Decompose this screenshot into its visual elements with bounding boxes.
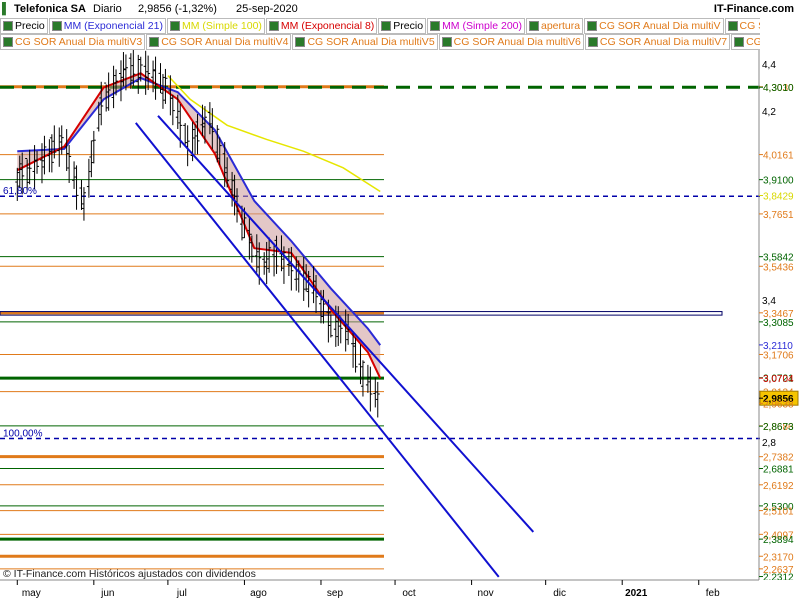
- price-label-5: 3,7651: [763, 210, 794, 221]
- legend-item-8[interactable]: CG SOR Anual Dia multiV2: [724, 18, 761, 34]
- price-label-2: 4,0161: [763, 151, 794, 162]
- brand-label: IT-Finance.com: [713, 3, 794, 15]
- legend-item-b-3[interactable]: CG SOR Anual Dia multiV6: [438, 34, 584, 50]
- legend-label: CG SOR Anual Dia multiV6: [453, 36, 581, 48]
- price-label-3: 3,9100: [763, 176, 794, 187]
- legend-item-3[interactable]: MM (Exponencial 8): [265, 18, 378, 34]
- axis-tick-1: 4,2: [762, 107, 776, 118]
- legend-label: Precio: [15, 20, 45, 32]
- price-label-26: 2,3170: [763, 552, 794, 563]
- time-axis: may jun jul ago sep oct nov dic 2021 feb: [0, 579, 800, 600]
- price-label-23: 2,5101: [763, 507, 794, 518]
- legend-swatch-icon: [51, 21, 62, 32]
- legend-swatch-icon: [430, 21, 441, 32]
- price-label-21: 2,6192: [763, 481, 794, 492]
- legend-label: CG SOR Anual Dia multiV7: [599, 36, 728, 48]
- legend-swatch-icon: [734, 37, 745, 48]
- legend-swatch-icon: [381, 21, 392, 32]
- axis-tick-2: 3,4: [762, 296, 776, 307]
- month-label-3: ago: [250, 588, 267, 599]
- legend-item-b-5[interactable]: CG SOR Anual Dia multiV8: [731, 34, 760, 50]
- last-value: 2,9856 (-1,32%): [138, 3, 217, 15]
- legend-label: MM (Simple 200): [442, 20, 522, 32]
- price-label-11: 3,1706: [763, 350, 794, 361]
- axis-tick-3: 2,8: [762, 438, 776, 449]
- legend-label: CG SOR Anual Dia multiV3: [15, 36, 143, 48]
- price-label-9: 3,3085: [763, 318, 794, 329]
- period: Diario: [93, 3, 122, 15]
- chart-date: 25-sep-2020: [236, 3, 298, 15]
- legend-swatch-icon: [3, 21, 13, 32]
- legend-item-b-1[interactable]: CG SOR Anual Dia multiV4: [146, 34, 292, 50]
- price-label-7: 3,5436: [763, 262, 794, 273]
- legend-item-6[interactable]: apertura: [526, 18, 584, 34]
- month-label-2: jul: [176, 588, 187, 599]
- legend-label: Precio: [393, 20, 424, 32]
- legend-swatch-icon: [3, 37, 13, 48]
- price-label-16: 2,9638: [763, 399, 794, 410]
- legend-item-b-0[interactable]: CG SOR Anual Dia multiV3: [0, 34, 146, 50]
- month-label-7: dic: [553, 588, 566, 599]
- price-label-19: 2,7382: [763, 453, 794, 464]
- footer-note: © IT-Finance.com Históricos ajustados co…: [3, 568, 256, 580]
- price-label-13: 3,0704: [763, 374, 794, 385]
- legend-label: CG SOR Anual Dia multiV5: [307, 36, 435, 48]
- legend-label: MM (Exponencial 8): [280, 20, 375, 32]
- legend-swatch-icon: [295, 37, 306, 48]
- legend-label: MM (Exponencial 21): [63, 20, 163, 32]
- month-label-1: jun: [100, 588, 114, 599]
- legend-label: CG SOR Anual Dia multiV4: [161, 36, 289, 48]
- horizontal-levels: [0, 85, 800, 570]
- legend-item-5[interactable]: MM (Simple 200): [427, 18, 525, 34]
- price-chart: 61,80%100,00% 4,44,23,42,84,30304,30104,…: [0, 18, 800, 600]
- month-label-5: oct: [402, 588, 416, 599]
- legend-swatch-icon: [268, 21, 279, 32]
- legend-row-1: Precio MM (Exponencial 21) MM (Simple 100)…: [0, 18, 760, 34]
- channel-upper-line: [157, 115, 535, 533]
- legend-label: CG SOR Anual Dia multiV: [599, 20, 721, 32]
- month-label-6: nov: [478, 588, 494, 599]
- legend-swatch-icon: [587, 21, 598, 32]
- legend-label: CG SOR Anual Dia multiV8: [746, 36, 760, 48]
- legend-swatch-icon: [149, 37, 160, 48]
- title-bar: ▌ Telefonica SA Diario 2,9856 (-1,32%) 2…: [0, 0, 800, 18]
- moving-averages: [16, 72, 382, 379]
- price-axis: 4,44,23,42,84,30304,30104,01613,91003,84…: [758, 18, 800, 584]
- legend-item-b-2[interactable]: CG SOR Anual Dia multiV5: [292, 34, 438, 50]
- legend-row-2: CG SOR Anual Dia multiV3 CG SOR Anual Dia…: [0, 34, 760, 50]
- price-label-25: 2,3894: [763, 535, 794, 546]
- month-label-4: sep: [327, 588, 344, 599]
- fib-label-1: 100,00%: [3, 429, 43, 440]
- legend-swatch-icon: [727, 21, 738, 32]
- fib-label-0: 61,80%: [3, 186, 37, 197]
- legend-item-2[interactable]: MM (Simple 100): [166, 18, 265, 34]
- legend-swatch-icon: [441, 37, 452, 48]
- legend-label: apertura: [541, 20, 581, 32]
- legend-swatch-icon: [169, 21, 180, 32]
- price-label-18: 2,8673: [763, 422, 794, 433]
- channel-lower-line: [135, 122, 500, 578]
- series-line-0: [167, 75, 381, 193]
- legend-item-0[interactable]: Precio: [0, 18, 48, 34]
- legend-swatch-icon: [587, 37, 598, 48]
- price-label-4: 3,8429: [763, 192, 794, 203]
- month-label-9: feb: [706, 588, 720, 599]
- axis-tick-0: 4,4: [762, 60, 776, 71]
- legend-item-7[interactable]: CG SOR Anual Dia multiV: [584, 18, 724, 34]
- legend-swatch-icon: [529, 21, 539, 32]
- instrument-icon: ▌: [2, 3, 10, 15]
- time-axis-bg: [0, 580, 800, 600]
- price-label-20: 2,6881: [763, 465, 794, 476]
- price-label-1: 4,3010: [763, 83, 794, 94]
- legend-item-b-4[interactable]: CG SOR Anual Dia multiV7: [584, 34, 731, 50]
- trend-channel: [135, 115, 535, 578]
- month-label-8: 2021: [625, 588, 648, 599]
- month-label-0: may: [22, 588, 41, 599]
- legend-item-4[interactable]: Precio: [378, 18, 427, 34]
- instrument-name: Telefonica SA: [14, 3, 86, 15]
- legend-item-1[interactable]: MM (Exponencial 21): [48, 18, 166, 34]
- legend-label: MM (Simple 100): [181, 20, 262, 32]
- ema-ribbon: [17, 73, 381, 379]
- legend-label: CG SOR Anual Dia multiV2: [739, 20, 761, 32]
